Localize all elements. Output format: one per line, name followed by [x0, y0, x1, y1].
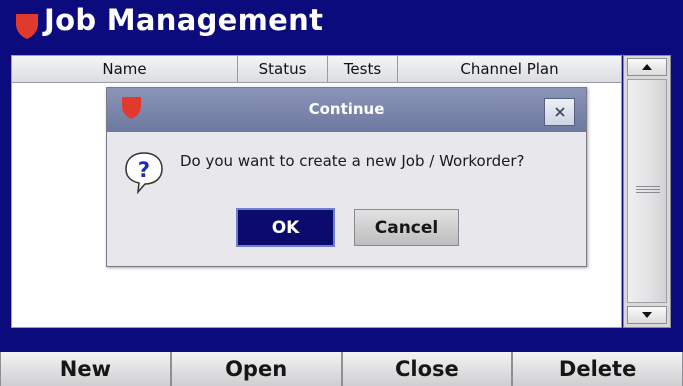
title-bar: Job Management	[0, 0, 683, 45]
dialog-title: Continue	[308, 100, 385, 118]
column-header-channel-plan[interactable]: Channel Plan	[398, 56, 621, 82]
softkey-bar: New Open Close Delete	[0, 352, 683, 386]
new-button[interactable]: New	[0, 352, 171, 386]
cancel-button[interactable]: Cancel	[354, 209, 459, 246]
vertical-scrollbar[interactable]	[623, 55, 671, 328]
dialog-close-button[interactable]	[544, 98, 575, 126]
question-icon: ?	[125, 152, 163, 194]
arrow-down-icon	[642, 312, 652, 318]
dialog-title-bar: Continue	[107, 88, 586, 132]
scroll-down-button[interactable]	[627, 306, 667, 324]
thumb-grip	[636, 189, 660, 190]
shield-logo-icon	[16, 14, 38, 39]
thumb-grip	[636, 192, 660, 193]
scroll-up-button[interactable]	[627, 58, 667, 76]
column-header-name[interactable]: Name	[12, 56, 238, 82]
open-button[interactable]: Open	[170, 352, 342, 386]
column-header-tests[interactable]: Tests	[328, 56, 398, 82]
table-header: Name Status Tests Channel Plan	[12, 56, 621, 83]
close-icon	[554, 107, 565, 117]
delete-button[interactable]: Delete	[512, 352, 683, 386]
dialog-message: Do you want to create a new Job / Workor…	[180, 152, 525, 170]
scroll-thumb[interactable]	[627, 79, 667, 303]
continue-dialog: Continue ? Do you want to create a new J…	[106, 87, 587, 267]
thumb-grip	[636, 186, 660, 187]
column-header-status[interactable]: Status	[238, 56, 328, 82]
status-strip	[0, 332, 683, 350]
ok-button[interactable]: OK	[236, 208, 335, 247]
app-title: Job Management	[44, 3, 324, 37]
close-job-button[interactable]: Close	[341, 352, 513, 386]
svg-text:?: ?	[138, 158, 150, 182]
arrow-up-icon	[642, 64, 652, 70]
